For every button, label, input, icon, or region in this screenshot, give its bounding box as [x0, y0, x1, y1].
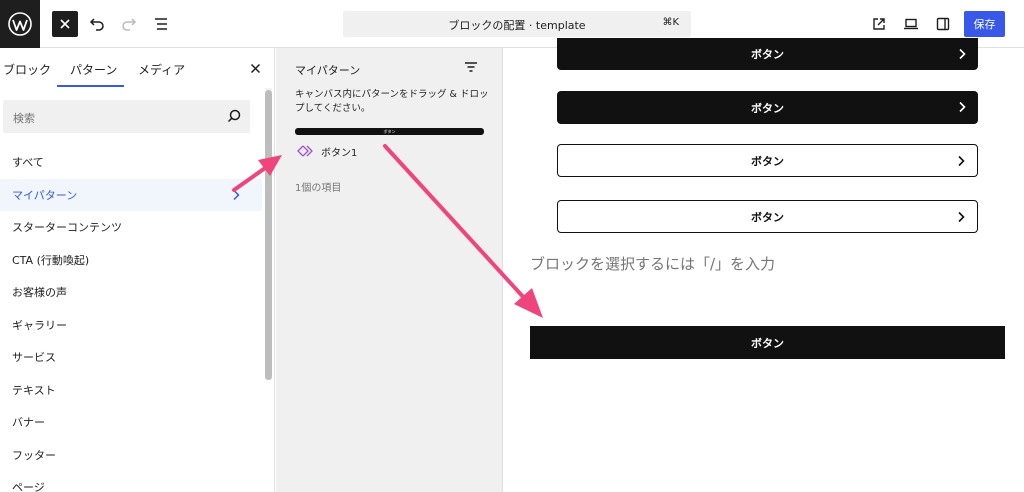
close-icon — [60, 19, 70, 29]
button-block[interactable]: ボタン — [557, 38, 978, 70]
block-appender-placeholder[interactable]: ブロックを選択するには「/」を入力 — [530, 253, 775, 274]
view-site-button[interactable] — [866, 11, 892, 37]
search-icon — [227, 109, 241, 123]
close-inserter-button[interactable] — [52, 11, 78, 37]
category-my-patterns[interactable]: マイパターン — [0, 178, 262, 211]
chevron-right-icon — [958, 155, 965, 167]
category-footer[interactable]: フッター — [0, 439, 262, 472]
patterns-panel-title: マイパターン — [295, 64, 361, 77]
category-services[interactable]: サービス — [0, 341, 262, 374]
editor-canvas: ボタン ボタン ボタン ボタン ブロックを選択するには「/」を入力 ボタン — [504, 38, 1024, 492]
search-placeholder: 検索 — [13, 112, 35, 125]
chevron-right-icon — [233, 189, 240, 200]
list-view-button[interactable] — [148, 11, 174, 37]
save-button[interactable]: 保存 — [964, 11, 1005, 37]
pattern-count: 1個の項目 — [295, 183, 342, 194]
category-starter-content[interactable]: スターターコンテンツ — [0, 211, 262, 244]
filter-icon[interactable] — [464, 61, 478, 73]
category-banner[interactable]: バナー — [0, 406, 262, 439]
inserted-pattern-button[interactable]: ボタン — [530, 326, 1005, 359]
settings-sidebar-button[interactable] — [930, 11, 956, 37]
tab-blocks[interactable]: ブロック — [3, 61, 51, 78]
pattern-preview-thumbnail[interactable]: ボタン — [295, 128, 484, 135]
wordpress-logo-icon[interactable] — [0, 0, 40, 48]
redo-button[interactable] — [116, 11, 142, 37]
active-tab-indicator — [57, 85, 124, 87]
category-pages[interactable]: ページ — [0, 471, 262, 492]
undo-button[interactable] — [84, 11, 110, 37]
redo-icon — [122, 18, 137, 31]
command-palette-bar[interactable]: ブロックの配置 · template ⌘K — [343, 11, 691, 37]
patterns-panel-description: キャンバス内にパターンをドラッグ & ドロップしてください。 — [295, 89, 489, 114]
pattern-item[interactable]: ボタン1 — [297, 143, 357, 159]
my-patterns-panel: マイパターン キャンバス内にパターンをドラッグ & ドロップしてください。 ボタ… — [276, 48, 503, 492]
command-shortcut: ⌘K — [662, 17, 679, 28]
scrollbar-thumb[interactable] — [265, 90, 272, 380]
close-panel-button[interactable] — [247, 60, 263, 76]
button-block-outline[interactable]: ボタン — [557, 144, 978, 177]
document-title: ブロックの配置 · template — [448, 19, 586, 32]
category-all[interactable]: すべて — [0, 146, 262, 179]
category-cta[interactable]: CTA (行動喚起) — [0, 244, 262, 277]
category-testimonials[interactable]: お客様の声 — [0, 276, 262, 309]
editor-app: ブロックの配置 · template ⌘K 保存 ブロック パターン メディア … — [0, 0, 1024, 492]
chevron-right-icon — [959, 101, 966, 113]
button-block[interactable]: ボタン — [557, 91, 978, 124]
chevron-right-icon — [958, 211, 965, 223]
pattern-item-label: ボタン1 — [321, 147, 358, 159]
undo-icon — [89, 18, 104, 31]
external-link-icon — [873, 18, 885, 30]
pattern-category-list: すべて マイパターン スターターコンテンツ CTA (行動喚起) お客様の声 ギ… — [0, 146, 262, 492]
sidebar-icon — [936, 17, 950, 31]
device-preview-button[interactable] — [898, 11, 924, 37]
laptop-icon — [904, 18, 918, 30]
button-block-outline[interactable]: ボタン — [557, 200, 978, 233]
inserter-tabs: ブロック パターン メディア — [0, 48, 275, 88]
category-gallery[interactable]: ギャラリー — [0, 309, 262, 342]
close-icon — [250, 63, 260, 73]
pattern-preview-text: ボタン — [383, 129, 396, 134]
tab-media[interactable]: メディア — [138, 61, 185, 78]
pattern-search-input[interactable]: 検索 — [3, 100, 250, 133]
tab-patterns[interactable]: パターン — [70, 61, 117, 78]
category-text[interactable]: テキスト — [0, 374, 262, 407]
block-inserter-panel: ブロック パターン メディア 検索 すべて マイパターン スターターコンテンツ … — [0, 48, 275, 492]
list-view-icon — [155, 18, 167, 30]
chevron-right-icon — [959, 48, 966, 60]
synced-pattern-icon — [297, 145, 313, 157]
